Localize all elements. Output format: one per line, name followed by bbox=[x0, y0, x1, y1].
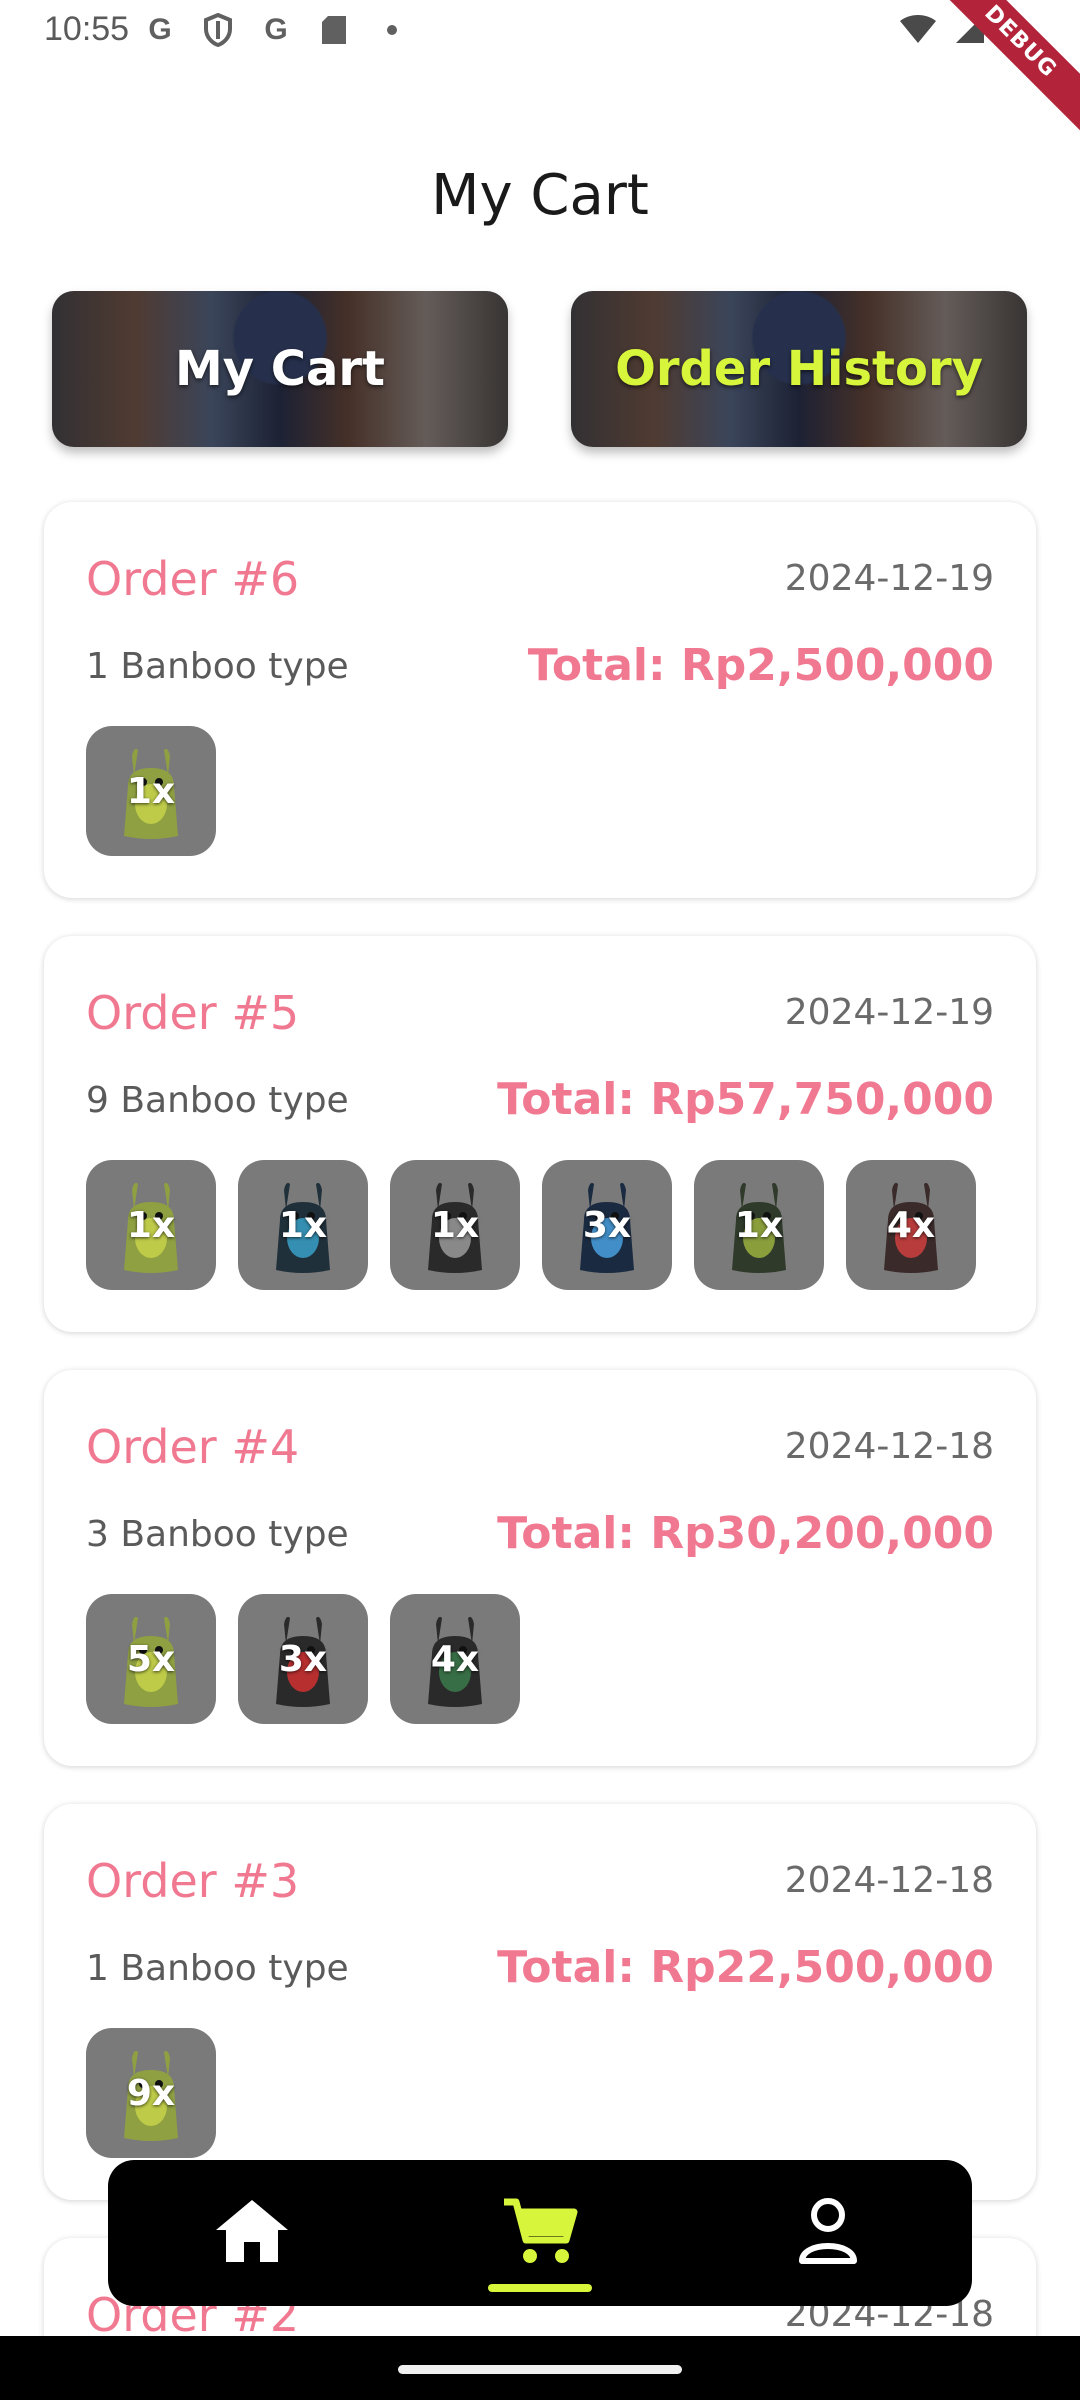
order-date: 2024-12-18 bbox=[784, 1860, 994, 1901]
order-title: Order #4 bbox=[86, 1420, 300, 1474]
order-title: Order #5 bbox=[86, 986, 300, 1040]
order-total: Total: Rp22,500,000 bbox=[497, 1942, 994, 1993]
order-item-tile[interactable]: 1x bbox=[86, 1160, 216, 1290]
google-g-icon: G bbox=[264, 13, 288, 46]
order-item-tile[interactable]: 1x bbox=[86, 726, 216, 856]
cart-icon bbox=[502, 2196, 578, 2270]
wifi-icon bbox=[898, 13, 938, 49]
item-quantity: 1x bbox=[126, 770, 176, 812]
item-quantity: 4x bbox=[886, 1204, 936, 1246]
item-quantity: 3x bbox=[582, 1204, 632, 1246]
item-quantity: 5x bbox=[126, 1638, 176, 1680]
shield-icon bbox=[200, 12, 236, 48]
gesture-handle[interactable] bbox=[398, 2365, 682, 2374]
tab-my-cart-label: My Cart bbox=[175, 341, 385, 397]
order-items: 1x bbox=[86, 726, 216, 856]
order-total: Total: Rp2,500,000 bbox=[527, 640, 994, 691]
order-item-tile[interactable]: 4x bbox=[846, 1160, 976, 1290]
order-items: 1x 1x 1x 3x 1x 4x bbox=[86, 1160, 976, 1290]
order-item-tile[interactable]: 3x bbox=[238, 1594, 368, 1724]
order-date: 2024-12-18 bbox=[784, 1426, 994, 1467]
order-item-tile[interactable]: 9x bbox=[86, 2028, 216, 2158]
order-type-count: 3 Banboo type bbox=[86, 1514, 349, 1555]
status-bar: 10:55 G G DEBUG bbox=[0, 0, 1080, 149]
sd-card-icon bbox=[316, 12, 352, 48]
tab-my-cart[interactable]: My Cart bbox=[52, 291, 508, 447]
order-items: 9x bbox=[86, 2028, 216, 2158]
order-total: Total: Rp30,200,000 bbox=[497, 1508, 994, 1559]
order-item-tile[interactable]: 1x bbox=[390, 1160, 520, 1290]
item-quantity: 3x bbox=[278, 1638, 328, 1680]
order-card[interactable]: Order #4 2024-12-18 3 Banboo type Total:… bbox=[44, 1370, 1036, 1766]
home-icon bbox=[214, 2198, 290, 2268]
item-quantity: 9x bbox=[126, 2072, 176, 2114]
status-notification-icons: G G bbox=[142, 12, 410, 48]
item-quantity: 4x bbox=[430, 1638, 480, 1680]
order-type-count: 1 Banboo type bbox=[86, 646, 349, 687]
nav-cart[interactable] bbox=[460, 2160, 620, 2306]
nav-active-indicator bbox=[488, 2284, 592, 2292]
item-quantity: 1x bbox=[278, 1204, 328, 1246]
order-card[interactable]: Order #3 2024-12-18 1 Banboo type Total:… bbox=[44, 1804, 1036, 2200]
order-type-count: 9 Banboo type bbox=[86, 1080, 349, 1121]
item-quantity: 1x bbox=[430, 1204, 480, 1246]
order-item-tile[interactable]: 4x bbox=[390, 1594, 520, 1724]
item-quantity: 1x bbox=[126, 1204, 176, 1246]
nav-profile[interactable] bbox=[748, 2160, 908, 2306]
order-card[interactable]: Order #5 2024-12-19 9 Banboo type Total:… bbox=[44, 936, 1036, 1332]
order-card[interactable]: Order #6 2024-12-19 1 Banboo type Total:… bbox=[44, 502, 1036, 898]
order-item-tile[interactable]: 1x bbox=[238, 1160, 368, 1290]
order-title: Order #3 bbox=[86, 1854, 300, 1908]
order-item-tile[interactable]: 1x bbox=[694, 1160, 824, 1290]
google-g-icon: G bbox=[148, 13, 172, 46]
bottom-navigation bbox=[108, 2160, 972, 2306]
status-time: 10:55 bbox=[44, 10, 130, 48]
profile-icon bbox=[798, 2197, 858, 2269]
order-total: Total: Rp57,750,000 bbox=[497, 1074, 994, 1125]
nav-home[interactable] bbox=[172, 2160, 332, 2306]
order-title: Order #6 bbox=[86, 552, 300, 606]
tab-order-history[interactable]: Order History bbox=[571, 291, 1027, 447]
order-type-count: 1 Banboo type bbox=[86, 1948, 349, 1989]
order-date: 2024-12-19 bbox=[784, 558, 994, 599]
page-title: My Cart bbox=[431, 162, 649, 228]
order-item-tile[interactable]: 5x bbox=[86, 1594, 216, 1724]
item-quantity: 1x bbox=[734, 1204, 784, 1246]
order-item-tile[interactable]: 3x bbox=[542, 1160, 672, 1290]
order-items: 5x 3x 4x bbox=[86, 1594, 520, 1724]
order-date: 2024-12-19 bbox=[784, 992, 994, 1033]
tab-order-history-label: Order History bbox=[615, 341, 983, 397]
dot-icon bbox=[374, 12, 410, 48]
